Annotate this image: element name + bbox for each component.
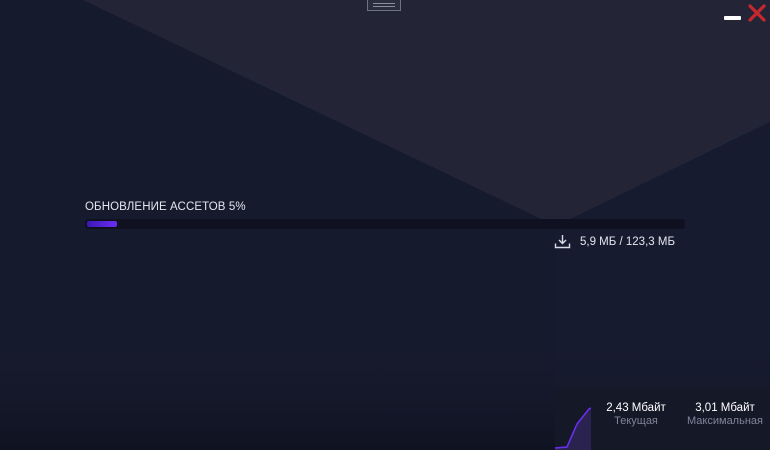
- download-icon: [554, 235, 571, 249]
- max-speed-value: 3,01 Мбайт: [695, 402, 755, 414]
- progress-label: ОБНОВЛЕНИЕ АССЕТОВ 5%: [85, 201, 246, 213]
- download-size: 5,9 МБ / 123,3 МБ: [580, 236, 675, 248]
- close-icon: [748, 4, 766, 22]
- speed-panel: 2,43 Мбайт Текущая 3,01 Мбайт Максимальн…: [555, 388, 770, 450]
- minimize-button[interactable]: [723, 6, 741, 24]
- speed-graph: [555, 407, 591, 450]
- progress-fill: [87, 221, 117, 227]
- close-button[interactable]: [748, 4, 766, 22]
- progress-bar: [85, 219, 685, 229]
- drag-handle-icon[interactable]: [367, 0, 401, 11]
- current-speed-caption: Текущая: [614, 415, 658, 427]
- current-speed: 2,43 Мбайт Текущая: [598, 402, 674, 427]
- minimize-icon: [724, 16, 741, 20]
- max-speed-caption: Максимальная: [687, 415, 763, 427]
- current-speed-value: 2,43 Мбайт: [606, 402, 666, 414]
- max-speed: 3,01 Мбайт Максимальная: [683, 402, 767, 427]
